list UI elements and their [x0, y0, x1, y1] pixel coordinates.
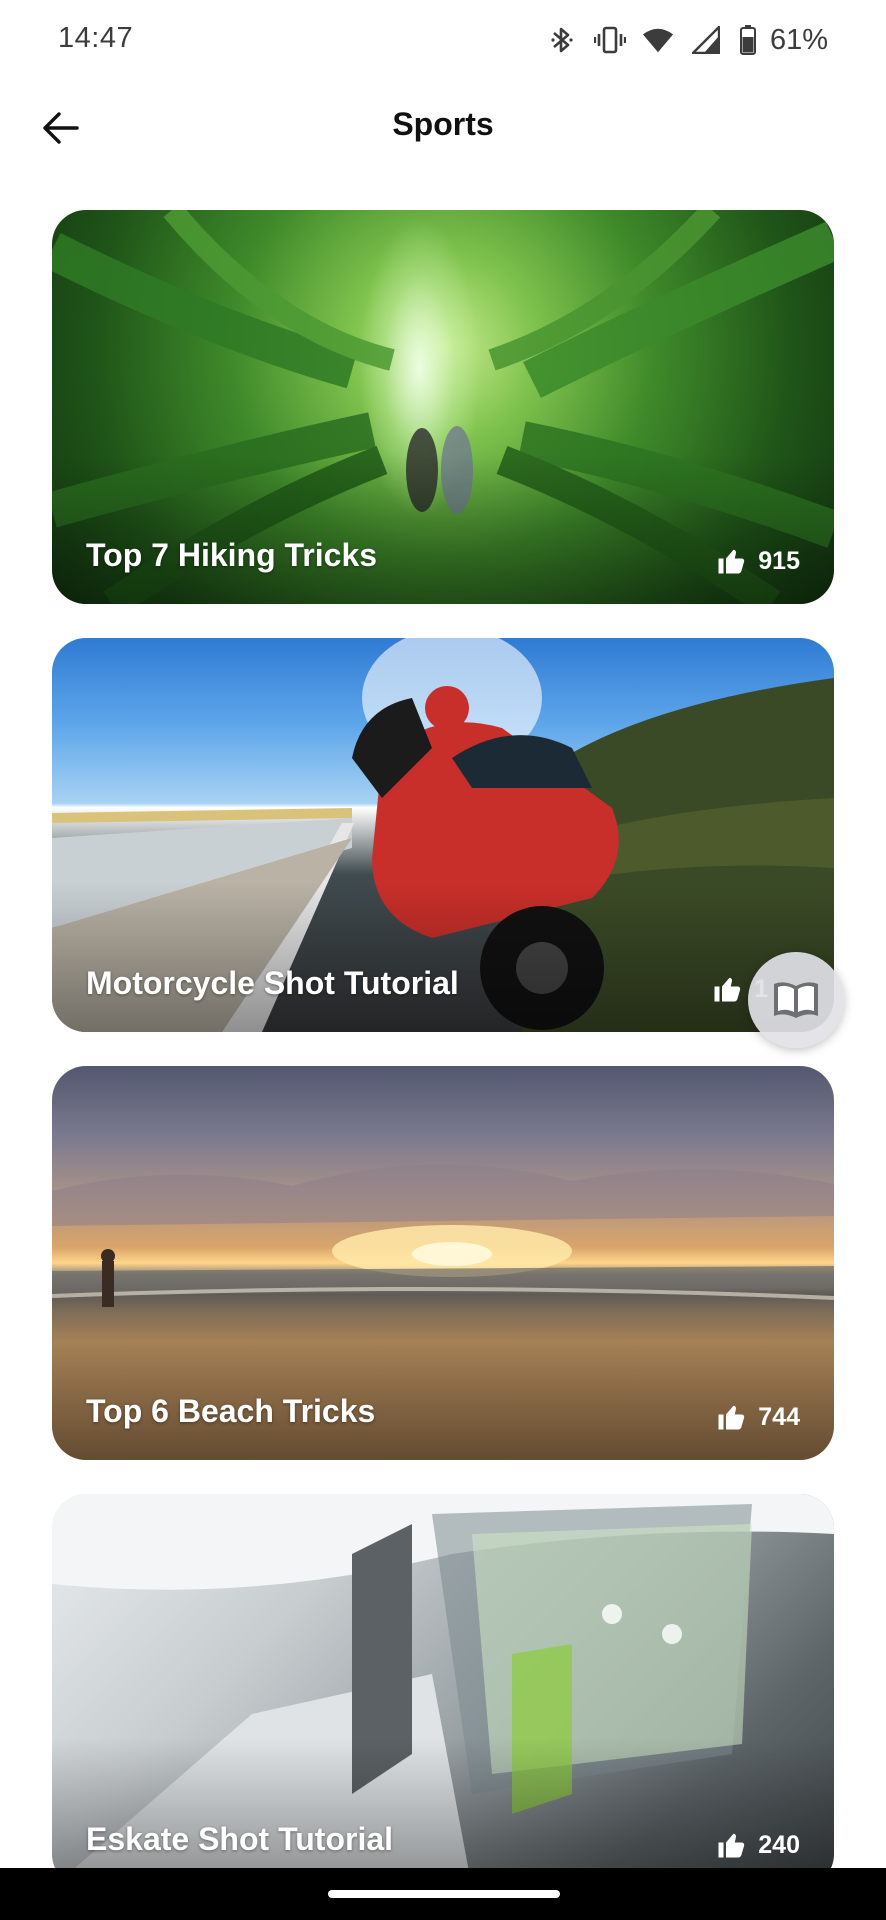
signal-icon	[690, 23, 722, 57]
card-title: Top 7 Hiking Tricks	[86, 537, 378, 573]
status-bar: 14:47 61%	[0, 0, 886, 80]
tutorial-card-beach[interactable]: Top 6 Beach Tricks 744	[52, 1066, 834, 1460]
page-title: Sports	[392, 106, 494, 142]
tutorial-card-motorcycle[interactable]: Motorcycle Shot Tutorial 1	[52, 638, 834, 1032]
tutorial-list: Top 7 Hiking Tricks 915 Motorcycle Shot …	[52, 210, 834, 1920]
card-title: Eskate Shot Tutorial	[86, 1821, 394, 1857]
home-gesture-handle[interactable]	[328, 1890, 560, 1898]
battery-icon	[738, 23, 758, 57]
tutorial-book-button[interactable]	[748, 952, 844, 1048]
status-time: 14:47	[58, 22, 134, 54]
system-nav-bar	[0, 1868, 886, 1920]
like-count-value: 240	[758, 1830, 800, 1859]
thumbs-up-icon	[714, 977, 741, 1002]
card-title: Top 6 Beach Tricks	[86, 1393, 376, 1429]
like-count-value: 744	[758, 1402, 800, 1431]
app-bar: Sports	[0, 80, 886, 176]
wifi-icon	[642, 23, 674, 57]
card-title: Motorcycle Shot Tutorial	[86, 965, 459, 1001]
like-count: 915	[716, 546, 800, 576]
thumbs-up-icon	[718, 549, 745, 574]
thumbs-up-icon	[718, 1405, 745, 1430]
bluetooth-icon	[546, 23, 578, 57]
tutorial-card-hiking[interactable]: Top 7 Hiking Tricks 915	[52, 210, 834, 604]
thumbs-up-icon	[718, 1833, 745, 1858]
battery-percentage: 61%	[769, 23, 828, 56]
vibrate-icon	[593, 23, 626, 57]
tutorial-card-eskate[interactable]: Eskate Shot Tutorial 240	[52, 1494, 834, 1888]
book-icon	[774, 982, 818, 1018]
status-icons: 61%	[546, 22, 828, 58]
like-count: 240	[716, 1830, 800, 1860]
like-count: 744	[716, 1402, 800, 1432]
like-count-value: 915	[758, 546, 800, 575]
